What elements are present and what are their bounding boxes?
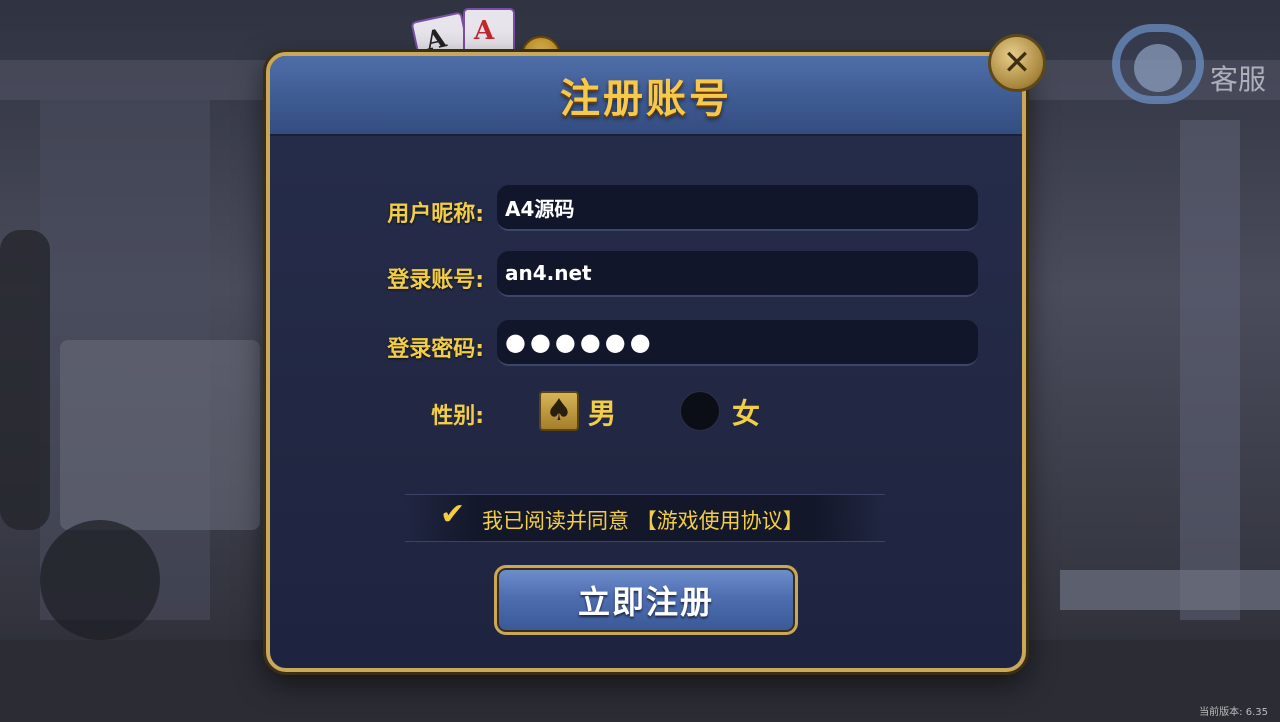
close-button[interactable]: ✕ — [988, 34, 1046, 92]
password-value: ●●●●●● — [505, 328, 655, 356]
customer-service-label: 客服 — [1210, 63, 1267, 96]
background-cart — [60, 340, 260, 530]
gender-label: 性别: — [431, 404, 484, 429]
background-person — [0, 230, 50, 530]
gender-male-label[interactable]: 男 — [588, 392, 616, 432]
background-wheel — [40, 520, 160, 640]
agreement-link[interactable]: 【游戏使用协议】 — [636, 509, 804, 533]
account-value: an4.net — [505, 261, 592, 285]
password-label: 登录密码: — [387, 337, 484, 362]
password-input[interactable]: ●●●●●● — [497, 320, 978, 366]
gender-female-radio[interactable] — [680, 391, 720, 431]
dialog-header: 注册账号 — [270, 56, 1022, 136]
dialog-title: 注册账号 — [560, 76, 732, 122]
gender-female-label[interactable]: 女 — [732, 392, 760, 432]
customer-service-button[interactable]: 客服 — [1112, 22, 1277, 112]
account-label: 登录账号: — [387, 268, 484, 293]
nickname-label: 用户昵称: — [387, 202, 484, 227]
nickname-value: A4源码 — [505, 196, 575, 221]
nickname-input[interactable]: A4源码 — [497, 185, 978, 231]
account-input[interactable]: an4.net — [497, 251, 978, 297]
checkmark-icon[interactable]: ✔ — [440, 500, 474, 530]
agreement-text: 我已阅读并同意 【游戏使用协议】 — [482, 505, 804, 535]
avatar — [1134, 44, 1182, 92]
agreement-label: 我已阅读并同意 — [482, 509, 629, 533]
version-text: 当前版本: 6.35 — [1199, 707, 1268, 718]
spade-icon: ♠ — [545, 393, 573, 428]
register-button[interactable]: 立即注册 — [494, 565, 798, 635]
gender-male-radio[interactable]: ♠ — [539, 391, 579, 431]
background-pillar — [1180, 120, 1240, 620]
background-table — [1060, 570, 1280, 610]
register-button-label: 立即注册 — [577, 583, 714, 621]
close-icon: ✕ — [1002, 43, 1032, 83]
